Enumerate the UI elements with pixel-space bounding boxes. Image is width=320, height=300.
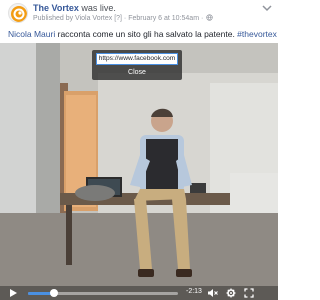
progress-handle[interactable] bbox=[49, 289, 58, 297]
post-message: Nicola Mauri racconta come un sito gli h… bbox=[8, 29, 277, 39]
gear-icon[interactable] bbox=[226, 288, 236, 298]
time-remaining: -2:13 bbox=[186, 288, 202, 295]
play-icon[interactable] bbox=[8, 288, 18, 298]
published-by-text: Published by Viola Vortex [?] · February… bbox=[33, 15, 204, 22]
video-controls: -2:13 bbox=[0, 286, 278, 300]
live-status-text: was live. bbox=[81, 3, 116, 13]
globe-icon bbox=[206, 14, 213, 21]
mentioned-person-link[interactable]: Nicola Mauri bbox=[8, 29, 55, 39]
video-player[interactable] bbox=[0, 43, 278, 300]
video-frame bbox=[0, 43, 278, 300]
url-popup: https://www.facebook.com Close bbox=[92, 50, 182, 80]
page-name[interactable]: The Vortex bbox=[33, 3, 79, 13]
close-button[interactable]: Close bbox=[92, 67, 182, 78]
post-message-text: racconta come un sito gli ha salvato la … bbox=[55, 29, 238, 39]
page-name-link[interactable]: The Vortex was live. bbox=[33, 3, 116, 13]
progress-bar[interactable] bbox=[28, 289, 178, 297]
url-field[interactable]: https://www.facebook.com bbox=[96, 53, 178, 65]
chevron-down-icon[interactable] bbox=[262, 4, 272, 12]
post-header: The Vortex was live. Published by Viola … bbox=[0, 0, 278, 26]
mute-icon[interactable] bbox=[207, 288, 218, 298]
fullscreen-icon[interactable] bbox=[244, 288, 254, 298]
hashtag-link[interactable]: #thevortex bbox=[237, 29, 277, 39]
post-meta: Published by Viola Vortex [?] · February… bbox=[33, 14, 213, 22]
vortex-logo-icon[interactable] bbox=[8, 3, 28, 23]
